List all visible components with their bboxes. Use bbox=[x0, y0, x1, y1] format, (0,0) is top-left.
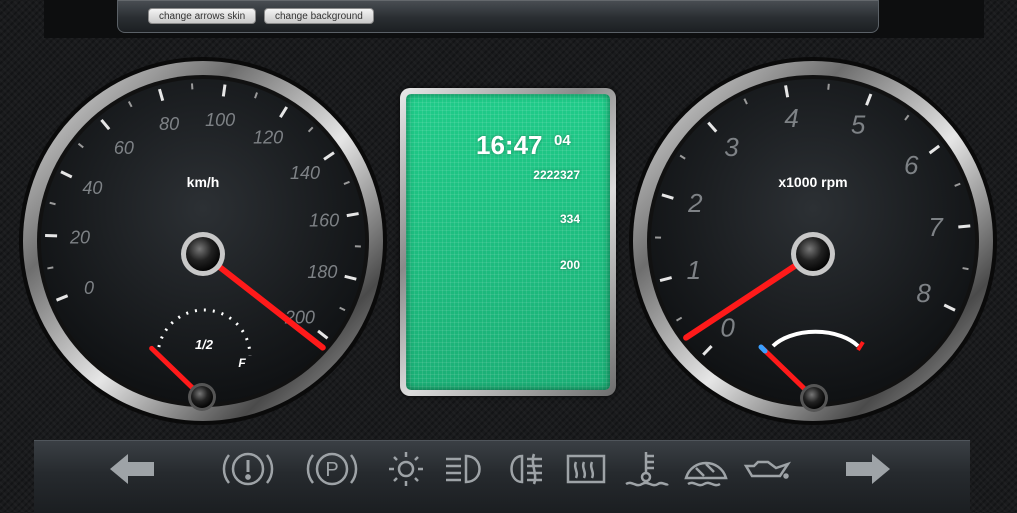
fog-light-icon[interactable] bbox=[496, 446, 556, 492]
speed-tick bbox=[347, 214, 359, 216]
rpm-tick bbox=[958, 226, 970, 227]
rpm-tick-label: 7 bbox=[928, 212, 944, 242]
speed-tick bbox=[223, 85, 225, 97]
change-arrows-skin-button[interactable]: change arrows skin bbox=[148, 8, 256, 24]
speed-tick-label: 120 bbox=[253, 128, 283, 148]
rpm-tick-label: 5 bbox=[851, 110, 866, 140]
clock-seconds: 04 bbox=[554, 132, 571, 149]
speed-tick-label: 80 bbox=[159, 114, 179, 134]
rpm-tick bbox=[828, 84, 829, 90]
trip-value: 334 bbox=[560, 212, 580, 226]
clock-time: 16:47 bbox=[476, 130, 543, 161]
coolant-temp-icon[interactable] bbox=[616, 446, 676, 492]
tachometer: 012345678 x1000 rpm bbox=[628, 56, 998, 426]
rear-defrost-icon[interactable] bbox=[556, 446, 616, 492]
lcd-display: 16:47 04 2222327 334 200 bbox=[406, 94, 610, 390]
speed-tick-label: 180 bbox=[307, 262, 337, 282]
speed-tick-label: 160 bbox=[309, 211, 339, 231]
speed-tick-label: 140 bbox=[290, 163, 320, 183]
turn-right-icon[interactable] bbox=[838, 446, 898, 492]
speedometer: 020406080100120140160180200 km/h 1/2 F bbox=[18, 56, 388, 426]
rpm-tick-label: 8 bbox=[916, 278, 931, 308]
temp-cold-mark bbox=[761, 347, 765, 351]
fuel-full-label: F bbox=[238, 356, 246, 370]
rpm-tick-label: 2 bbox=[687, 188, 703, 218]
speed-tick bbox=[47, 267, 53, 268]
speed-tick-label: 20 bbox=[69, 228, 90, 248]
brake-warning-icon[interactable] bbox=[218, 446, 278, 492]
speed-tick-label: 40 bbox=[82, 178, 102, 198]
svg-text:P: P bbox=[325, 459, 338, 481]
turn-left-icon[interactable] bbox=[102, 446, 162, 492]
speed-tick-label: 60 bbox=[114, 138, 134, 158]
rpm-tick bbox=[963, 268, 969, 269]
lcd-display-frame: 16:47 04 2222327 334 200 bbox=[400, 88, 616, 396]
toolbar: change arrows skin change background bbox=[117, 0, 879, 33]
washer-fluid-icon[interactable] bbox=[676, 446, 736, 492]
speed-tick-label: 0 bbox=[84, 278, 94, 298]
speed-tick bbox=[50, 203, 56, 204]
rpm-tick-label: 3 bbox=[724, 132, 739, 162]
speed-unit-label: km/h bbox=[187, 174, 220, 190]
oil-pressure-icon[interactable] bbox=[736, 446, 796, 492]
odometer-value: 2222327 bbox=[533, 168, 580, 182]
sidelights-icon[interactable] bbox=[376, 446, 436, 492]
speed-tick-label: 100 bbox=[205, 110, 235, 130]
rpm-unit-label: x1000 rpm bbox=[778, 174, 847, 190]
fuel-half-label: 1/2 bbox=[195, 337, 214, 352]
parking-brake-icon[interactable]: P bbox=[302, 446, 362, 492]
rpm-tick bbox=[786, 85, 788, 97]
rpm-tick-label: 1 bbox=[687, 255, 701, 285]
rpm-tick-label: 4 bbox=[784, 103, 798, 133]
lcd-value-3: 200 bbox=[560, 258, 580, 272]
change-background-button[interactable]: change background bbox=[264, 8, 374, 24]
rpm-tick-label: 6 bbox=[904, 150, 919, 180]
headlight-icon[interactable] bbox=[436, 446, 496, 492]
